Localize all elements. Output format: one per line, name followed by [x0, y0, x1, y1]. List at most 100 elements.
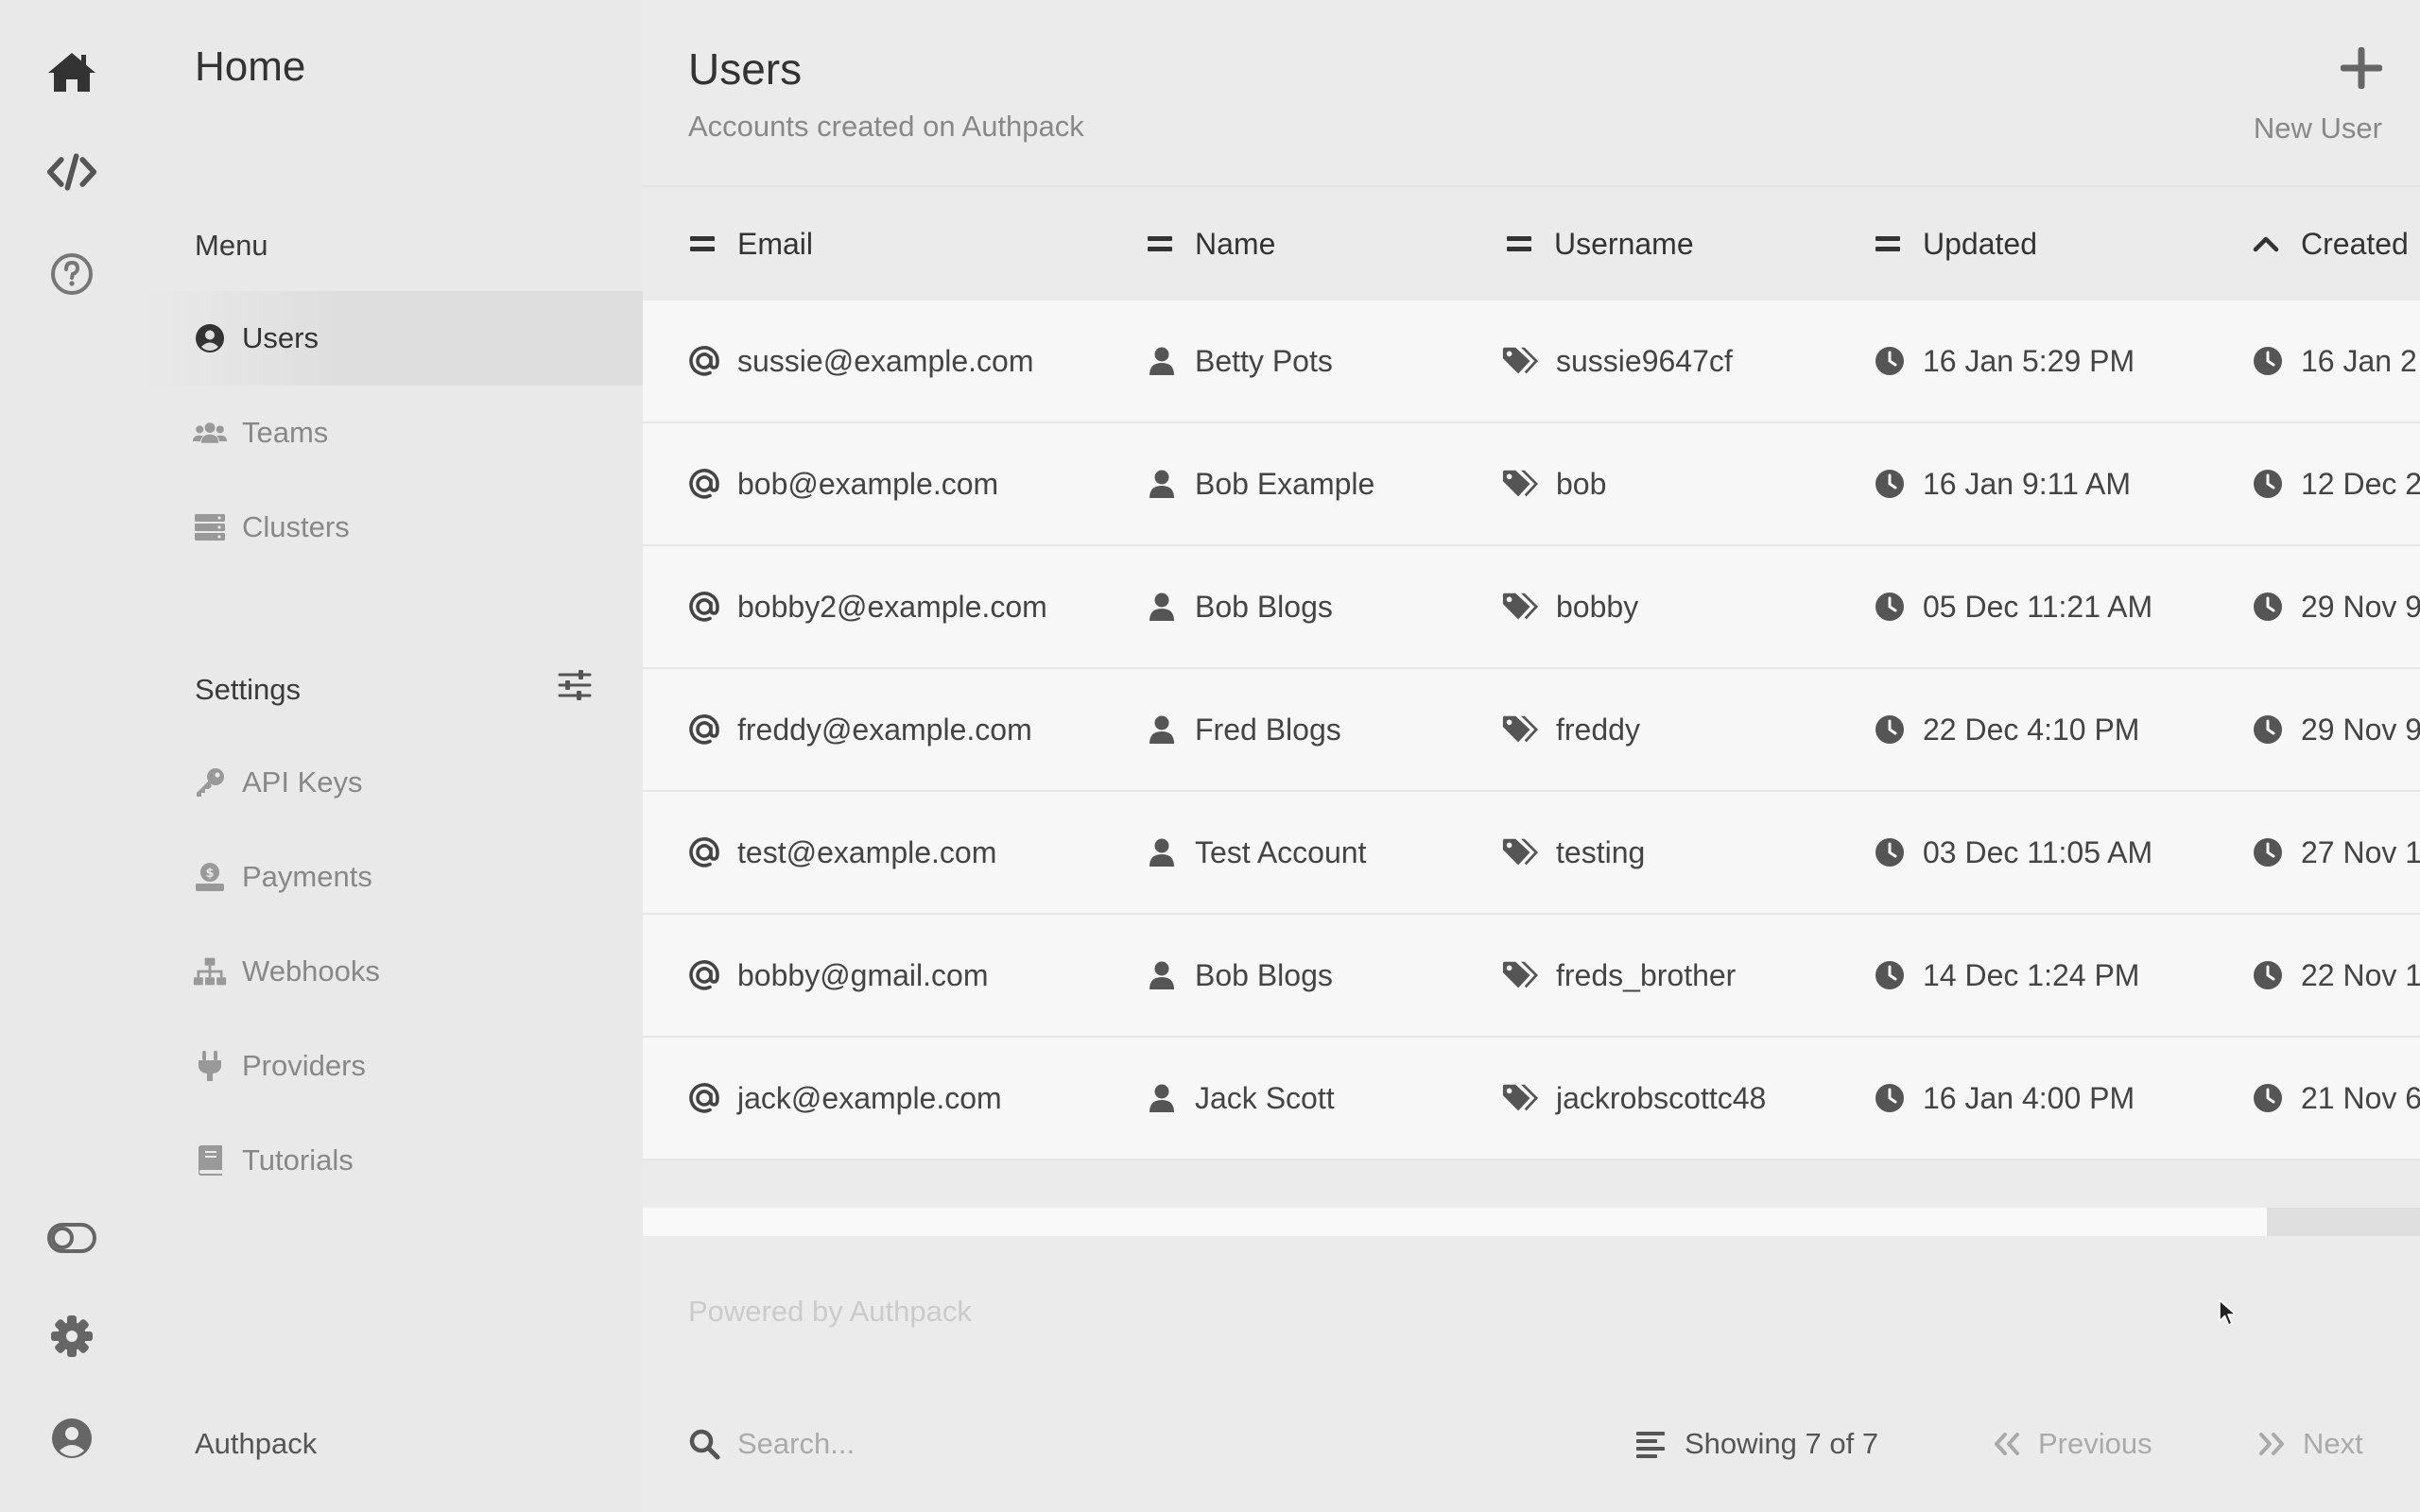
tags-icon — [1501, 591, 1539, 623]
table-row[interactable]: bobby2@example.com Bob Blogs bobby 05 De… — [643, 546, 2420, 669]
table-row[interactable]: sussie@example.com Betty Pots sussie9647… — [643, 301, 2420, 423]
sidebar-item-providers[interactable]: Providers — [144, 1019, 643, 1113]
table-row[interactable]: bobby@gmail.com Bob Blogs freds_brother … — [643, 915, 2420, 1038]
cell-email: bob@example.com — [688, 423, 998, 544]
key-icon — [193, 765, 227, 799]
clock-icon — [2252, 468, 2284, 500]
previous-label: Previous — [2038, 1427, 2152, 1460]
sidebar-item-payments[interactable]: $ Payments — [144, 830, 643, 924]
cell-created: 16 Jan 2 — [2252, 301, 2417, 421]
sidebar-item-teams[interactable]: Teams — [144, 386, 643, 480]
settings-heading: Settings — [195, 673, 302, 706]
username-text: jackrobscottc48 — [1556, 1080, 1767, 1115]
theme-toggle-icon[interactable] — [45, 1211, 98, 1264]
nav-title: Home — [195, 43, 306, 90]
user-circle-icon — [193, 321, 227, 355]
sidebar-item-webhooks[interactable]: Webhooks — [144, 924, 643, 1019]
cell-email: bobby@gmail.com — [688, 915, 988, 1036]
list-lines-icon — [1635, 1430, 1666, 1458]
cell-updated: 03 Dec 11:05 AM — [1874, 792, 2152, 913]
cell-created: 29 Nov 9 — [2252, 546, 2420, 667]
cell-name: Fred Blogs — [1146, 669, 1341, 790]
clock-icon — [2252, 591, 2284, 623]
powered-by: Powered by Authpack — [688, 1295, 972, 1328]
sort-equal-icon — [1146, 230, 1174, 258]
new-user-label: New User — [2253, 112, 2382, 145]
tags-icon — [1501, 345, 1539, 377]
table-row[interactable]: freddy@example.com Fred Blogs freddy 22 … — [643, 669, 2420, 792]
search-input[interactable] — [737, 1427, 1153, 1461]
column-header-username[interactable]: Username — [1505, 187, 1694, 301]
users-group-icon — [193, 416, 227, 450]
updated-text: 14 Dec 1:24 PM — [1923, 957, 2140, 992]
menu-heading: Menu — [195, 229, 268, 262]
sidebar-item-clusters[interactable]: Clusters — [144, 480, 643, 575]
search-icon — [688, 1428, 720, 1460]
cell-username: freds_brother — [1501, 915, 1736, 1036]
name-text: Test Account — [1195, 834, 1367, 869]
table-row[interactable]: test@example.com Test Account testing 03… — [643, 792, 2420, 915]
at-icon — [688, 713, 720, 746]
icon-rail — [0, 0, 144, 1512]
sidebar-item-label: Teams — [242, 416, 329, 449]
email-text: bobby2@example.com — [737, 589, 1047, 624]
svg-text:$: $ — [205, 867, 214, 881]
sidebar-item-label: API Keys — [242, 765, 363, 799]
cell-username: freddy — [1501, 669, 1640, 790]
cell-created: 21 Nov 6 — [2252, 1038, 2420, 1159]
username-text: bobby — [1556, 589, 1639, 624]
clock-icon — [1874, 591, 1906, 623]
cell-updated: 14 Dec 1:24 PM — [1874, 915, 2139, 1036]
tags-icon — [1501, 468, 1539, 500]
column-header-email[interactable]: Email — [688, 187, 813, 301]
cell-email: bobby2@example.com — [688, 546, 1047, 667]
tags-icon — [1501, 1082, 1539, 1114]
tags-icon — [1501, 713, 1539, 746]
person-icon — [1146, 345, 1178, 377]
clock-icon — [1874, 713, 1906, 746]
cell-name: Bob Example — [1146, 423, 1374, 544]
person-icon — [1146, 959, 1178, 991]
code-icon[interactable] — [45, 146, 98, 198]
sidebar-item-tutorials[interactable]: Tutorials — [144, 1113, 643, 1208]
at-icon — [688, 345, 720, 377]
clock-icon — [1874, 1082, 1906, 1114]
column-label: Name — [1195, 226, 1276, 261]
username-text: sussie9647cf — [1556, 343, 1733, 378]
scrollbar-thumb[interactable] — [643, 1208, 2267, 1236]
new-user-button[interactable]: New User — [2231, 38, 2420, 151]
person-icon — [1146, 468, 1178, 500]
tune-icon[interactable] — [556, 669, 601, 707]
table-row[interactable]: jack@example.com Jack Scott jackrobscott… — [643, 1038, 2420, 1160]
column-header-created[interactable]: Created — [2252, 187, 2409, 301]
double-chevron-left-icon — [1993, 1432, 2021, 1456]
clock-icon — [1874, 345, 1906, 377]
cell-updated: 16 Jan 9:11 AM — [1874, 423, 2131, 544]
sidebar-item-label: Users — [242, 321, 319, 354]
sidebar-item-api-keys[interactable]: API Keys — [144, 735, 643, 830]
clock-icon — [2252, 345, 2284, 377]
mouse-pointer-icon — [2218, 1298, 2238, 1327]
cell-created: 12 Dec 2 — [2252, 423, 2420, 544]
search-box[interactable] — [688, 1418, 1180, 1470]
next-button[interactable]: Next — [2257, 1418, 2363, 1470]
sidebar-item-label: Webhooks — [242, 954, 380, 988]
settings-gear-icon[interactable] — [45, 1310, 98, 1363]
column-header-updated[interactable]: Updated — [1874, 187, 2037, 301]
column-label: Username — [1554, 226, 1694, 261]
column-label: Email — [737, 226, 814, 261]
sidebar-item-label: Tutorials — [242, 1143, 354, 1177]
cell-updated: 16 Jan 4:00 PM — [1874, 1038, 2135, 1159]
previous-button[interactable]: Previous — [1993, 1418, 2152, 1470]
cell-created: 27 Nov 1 — [2252, 792, 2420, 913]
help-icon[interactable] — [45, 248, 98, 301]
cell-email: jack@example.com — [688, 1038, 1002, 1159]
username-text: freds_brother — [1556, 957, 1737, 992]
book-icon — [193, 1143, 227, 1177]
account-icon[interactable] — [45, 1412, 98, 1465]
column-header-name[interactable]: Name — [1146, 187, 1275, 301]
cell-email: sussie@example.com — [688, 301, 1033, 421]
table-row[interactable]: bob@example.com Bob Example bob 16 Jan 9… — [643, 423, 2420, 546]
sidebar-item-users[interactable]: Users — [144, 291, 643, 386]
home-icon[interactable] — [45, 45, 98, 98]
